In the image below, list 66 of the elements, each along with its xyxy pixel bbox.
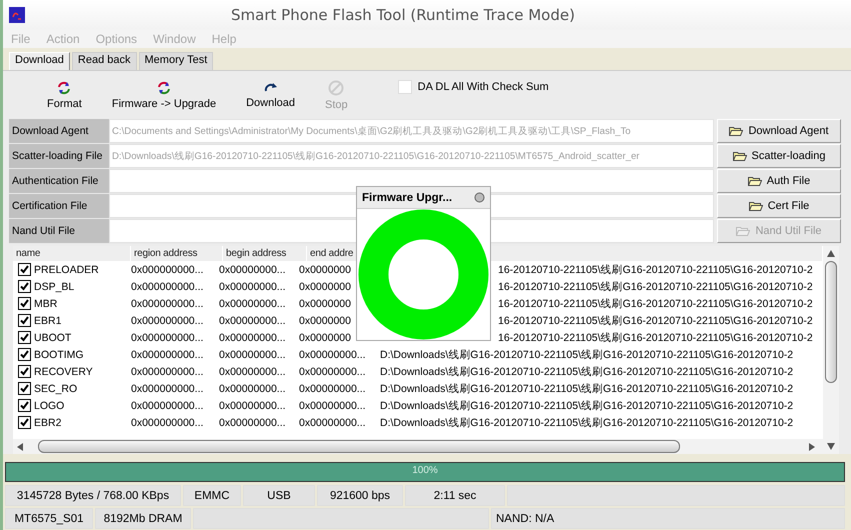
status-cell: USB bbox=[243, 485, 315, 506]
field-label: Authentication File bbox=[9, 169, 109, 193]
table-cell-text: 0x00000000... bbox=[218, 400, 287, 412]
table-cell-text: 0x00000000... bbox=[218, 298, 287, 310]
table-cell-text: 0x0000000 bbox=[298, 280, 352, 292]
status-cell: 3145728 Bytes / 768.00 KBps bbox=[5, 485, 181, 506]
table-cell: EBR2 bbox=[34, 416, 62, 428]
table-cell-text: 0x00000000... bbox=[218, 366, 287, 378]
status-cell: 2:11 sec bbox=[405, 485, 505, 506]
table-cell: D:\Downloads\线刷G16-20120710-221105\线刷G16-20120710-221105\G16-20120710-2 bbox=[380, 416, 794, 428]
table-cell-text: 0x00000000... bbox=[218, 264, 287, 276]
table-cell-text: 0x0000000 bbox=[298, 332, 352, 344]
table-cell-text: 0x00000000... bbox=[218, 314, 287, 326]
status-cell: 921600 bps bbox=[317, 485, 403, 506]
status-cell: 8192Mb DRAM bbox=[95, 508, 191, 529]
table-cell: 16-20120710-221105\线刷G16-20120710-221105\G16-20120710-2 bbox=[498, 264, 813, 276]
table-cell-text: 0x000000000... bbox=[130, 314, 204, 326]
table-cell-text: 0x00000000... bbox=[298, 400, 367, 412]
table-cell-text: 0x000000000... bbox=[130, 280, 204, 292]
status-cell: NAND: N/A bbox=[491, 508, 845, 529]
table-cell-text: 0x00000000... bbox=[218, 280, 287, 292]
table-cell-text: 0x000000000... bbox=[130, 332, 204, 344]
status-cell: EMMC bbox=[183, 485, 241, 506]
table-cell-text: 0x000000000... bbox=[130, 366, 204, 378]
table-cell: 16-20120710-221105\线刷G16-20120710-221105\G16-20120710-2 bbox=[498, 332, 813, 344]
table-cell-text: 0x00000000... bbox=[218, 382, 287, 394]
table-cell-text: 0x000000000... bbox=[130, 400, 204, 412]
table-cell-text: 0x00000000... bbox=[218, 348, 287, 360]
field-label: Nand Util File bbox=[9, 219, 109, 243]
table-cell-text: 0x000000000... bbox=[130, 298, 204, 310]
table-cell: DSP_BL bbox=[34, 280, 74, 292]
table-cell-text: 0x00000000... bbox=[298, 348, 367, 360]
table-cell: PRELOADER bbox=[34, 264, 99, 276]
table-cell: 16-20120710-221105\线刷G16-20120710-221105\G16-20120710-2 bbox=[498, 314, 813, 326]
table-cell: LOGO bbox=[34, 400, 64, 412]
table-cell-text: 0x000000000... bbox=[130, 416, 204, 428]
progress-text: 100% bbox=[411, 465, 439, 476]
table-cell: UBOOT bbox=[34, 332, 72, 344]
table-cell: MBR bbox=[34, 298, 58, 310]
table-cell-text: 0x0000000 bbox=[298, 298, 352, 310]
table-cell-text: 0x00000000... bbox=[218, 416, 287, 428]
table-cell: D:\Downloads\线刷G16-20120710-221105\线刷G16-20120710-221105\G16-20120710-2 bbox=[380, 348, 794, 360]
table-cell: SEC_RO bbox=[34, 382, 78, 394]
table-cell: BOOTIMG bbox=[34, 348, 84, 360]
table-cell-text: 0x00000000... bbox=[218, 332, 287, 344]
table-cell: EBR1 bbox=[34, 314, 62, 326]
table-cell-text: 0x000000000... bbox=[130, 264, 204, 276]
table-cell-text: 0x00000000... bbox=[298, 366, 367, 378]
status-cell: MT6575_S01 bbox=[5, 508, 93, 529]
field-label: Scatter-loading File bbox=[9, 144, 109, 168]
table-cell: RECOVERY bbox=[34, 366, 93, 378]
table-cell: D:\Downloads\线刷G16-20120710-221105\线刷G16-20120710-221105\G16-20120710-2 bbox=[380, 382, 794, 394]
table-cell: D:\Downloads\线刷G16-20120710-221105\线刷G16-20120710-221105\G16-20120710-2 bbox=[380, 400, 794, 412]
field-label: Certification File bbox=[9, 194, 109, 218]
window-title: Smart Phone Flash Tool (Runtime Trace Mode) bbox=[230, 6, 576, 24]
table-cell: 16-20120710-221105\线刷G16-20120710-221105\G16-20120710-2 bbox=[498, 298, 813, 310]
table-cell-text: 0x0000000 bbox=[298, 314, 352, 326]
popup-title: Firmware Upgr... bbox=[362, 192, 452, 204]
table-cell-text: 0x000000000... bbox=[130, 348, 204, 360]
table-cell: D:\Downloads\线刷G16-20120710-221105\线刷G16-20120710-221105\G16-20120710-2 bbox=[380, 366, 794, 378]
table-cell: 16-20120710-221105\线刷G16-20120710-221105\G16-20120710-2 bbox=[498, 280, 813, 292]
field-label: Download Agent bbox=[9, 119, 109, 143]
table-cell-text: 0x00000000... bbox=[298, 382, 367, 394]
table-cell-text: 0x000000000... bbox=[130, 382, 204, 394]
table-cell-text: 0x00000000... bbox=[298, 416, 367, 428]
table-cell-text: 0x0000000 bbox=[298, 264, 352, 276]
